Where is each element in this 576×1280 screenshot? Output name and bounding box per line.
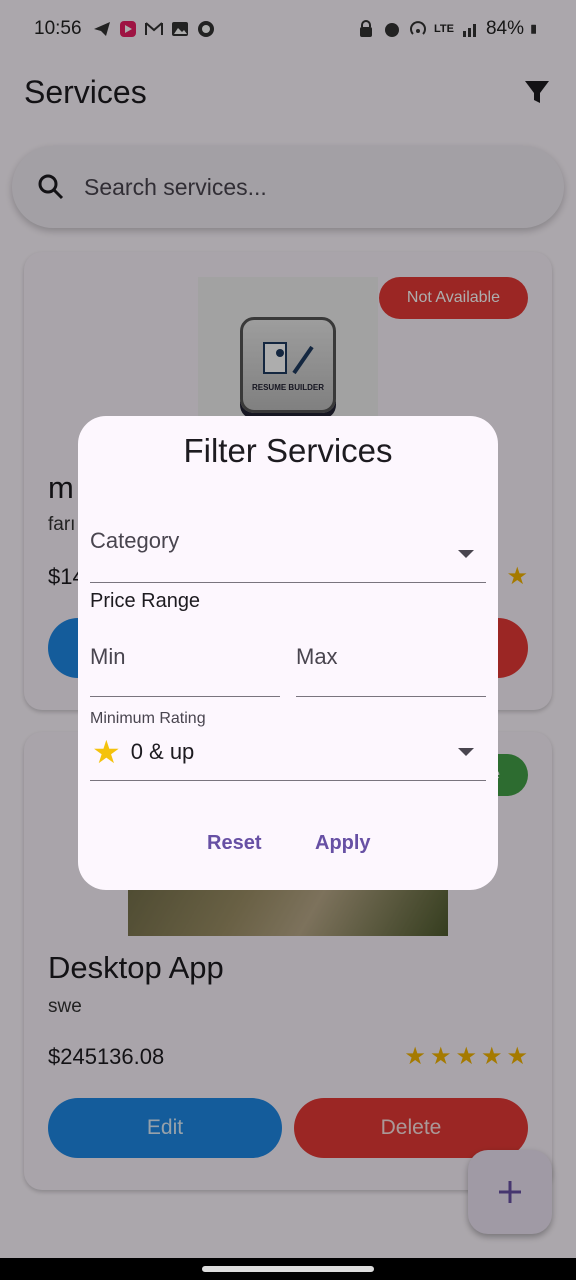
category-label: Category — [90, 528, 180, 553]
chevron-down-icon — [458, 550, 474, 558]
min-price-field[interactable]: Min — [90, 630, 280, 698]
divider — [90, 582, 486, 583]
dialog-title: Filter Services — [183, 432, 393, 469]
max-price-field[interactable]: Max — [296, 630, 486, 698]
divider — [90, 696, 280, 697]
min-label: Min — [90, 644, 126, 669]
home-gesture-handle[interactable] — [202, 1266, 374, 1272]
rating-value: 0 & up — [130, 739, 195, 764]
category-dropdown[interactable]: Category — [90, 516, 486, 584]
chevron-down-icon — [458, 748, 474, 756]
minimum-rating-dropdown[interactable]: Minimum Rating ★ 0 & up — [90, 706, 486, 782]
reset-button[interactable]: Reset — [207, 832, 261, 855]
divider — [90, 780, 486, 781]
apply-button[interactable]: Apply — [315, 832, 371, 855]
divider — [296, 696, 486, 697]
rating-label: Minimum Rating — [90, 710, 206, 727]
price-range-label: Price Range — [90, 590, 201, 612]
max-label: Max — [296, 644, 338, 669]
filter-dialog: Filter Services Category Price Range Min… — [78, 416, 498, 890]
navigation-bar — [0, 1258, 576, 1280]
star-icon: ★ — [92, 734, 121, 770]
